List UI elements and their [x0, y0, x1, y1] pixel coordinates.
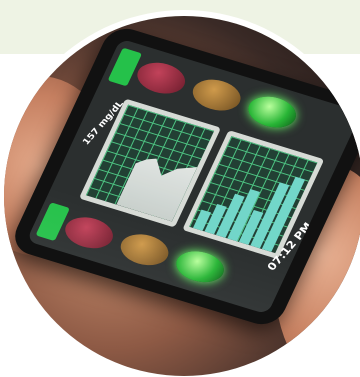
green-light [242, 91, 302, 133]
photo-circle: 157 mg/dL 07:12 PM [4, 16, 360, 376]
red-light [131, 57, 191, 99]
amber-light [187, 74, 247, 116]
